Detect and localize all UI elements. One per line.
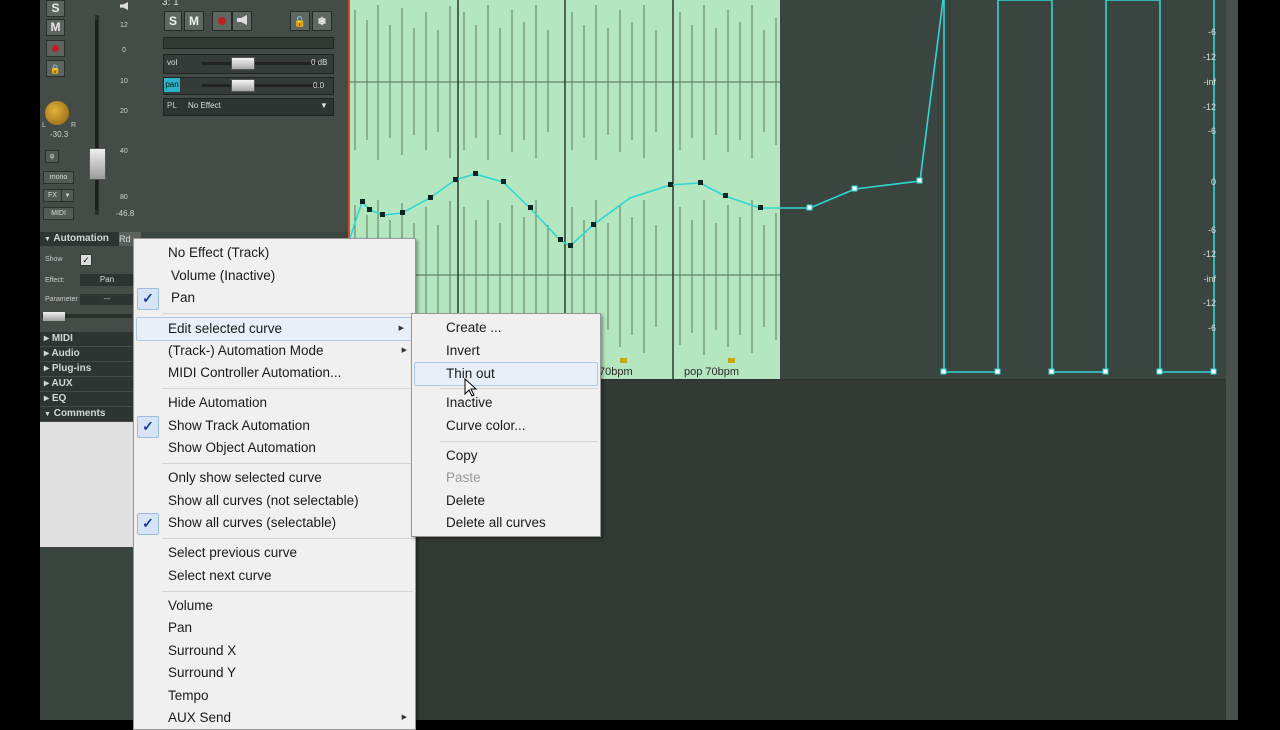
db-scale-label: -12	[1202, 249, 1216, 259]
menu-item-label: MIDI Controller Automation...	[168, 365, 342, 380]
submenu-arrow-icon: ▶	[401, 714, 407, 721]
menu-separator	[162, 463, 413, 464]
db-scale: -6 -12 -inf -12 -6 0 -6 -12 -inf -12 -6	[1190, 0, 1216, 380]
automation-context-menu: No Effect (Track) Volume (Inactive) ✓ Pan…	[133, 238, 416, 730]
submenu-arrow-icon: ▶	[398, 325, 404, 332]
menu-item-label: (Track-) Automation Mode	[168, 343, 324, 358]
menu-item-label: Pan	[168, 620, 193, 635]
menu-item-pan-effect[interactable]: ✓ Pan	[134, 287, 415, 310]
menu-item-label: Only show selected curve	[168, 470, 322, 485]
menu-item-label: Paste	[446, 470, 481, 485]
menu-item-show-all-curves-not-selectable[interactable]: Show all curves (not selectable)	[134, 490, 415, 512]
menu-item-track-automation-mode[interactable]: (Track-) Automation Mode ▶	[134, 340, 415, 362]
menu-item-label: Delete all curves	[446, 515, 546, 530]
menu-item-label: No Effect (Track)	[168, 245, 270, 260]
menu-item-label: Hide Automation	[168, 395, 268, 410]
submenu-item-thin-out[interactable]: Thin out	[414, 362, 598, 386]
mouse-cursor-icon	[464, 378, 478, 397]
db-scale-label: -6	[1207, 27, 1216, 37]
submenu-item-copy[interactable]: Copy	[412, 445, 600, 467]
db-scale-label: -6	[1207, 225, 1216, 235]
menu-item-label: Edit selected curve	[168, 321, 283, 336]
menu-item-select-next-curve[interactable]: Select next curve	[134, 565, 415, 587]
db-scale-label: -12	[1202, 298, 1216, 308]
menu-separator	[162, 538, 413, 539]
menu-separator	[162, 388, 413, 389]
menu-item-aux-send[interactable]: AUX Send ▶	[134, 707, 415, 729]
db-scale-label: -6	[1207, 323, 1216, 333]
menu-item-tempo[interactable]: Tempo	[134, 685, 415, 707]
db-scale-label: -inf	[1203, 77, 1216, 87]
menu-item-volume[interactable]: Volume	[134, 595, 415, 617]
menu-item-label: Show all curves (not selectable)	[168, 493, 359, 508]
menu-item-label: Show all curves (selectable)	[168, 515, 337, 530]
menu-item-label: Select next curve	[168, 568, 272, 583]
menu-item-surround-x[interactable]: Surround X	[134, 640, 415, 662]
submenu-item-create[interactable]: Create ...	[412, 317, 600, 339]
submenu-item-delete[interactable]: Delete	[412, 490, 600, 512]
submenu-item-delete-all-curves[interactable]: Delete all curves	[412, 512, 600, 534]
db-scale-label: 0	[1210, 177, 1216, 187]
screen-edge	[1238, 0, 1280, 720]
menu-item-surround-y[interactable]: Surround Y	[134, 662, 415, 684]
db-scale-label: -12	[1202, 102, 1216, 112]
menu-separator	[440, 441, 598, 442]
menu-item-hide-automation[interactable]: Hide Automation	[134, 392, 415, 414]
menu-item-label: AUX Send	[168, 710, 232, 725]
menu-item-label: Show Object Automation	[168, 440, 316, 455]
menu-item-label: Copy	[446, 448, 478, 463]
submenu-item-curve-color[interactable]: Curve color...	[412, 415, 600, 437]
menu-item-show-track-automation[interactable]: ✓ Show Track Automation	[134, 415, 415, 438]
checkmark-icon: ✓	[137, 416, 159, 438]
menu-separator	[162, 313, 413, 314]
menu-item-midi-controller-automation[interactable]: MIDI Controller Automation...	[134, 362, 415, 384]
menu-item-label: Select previous curve	[168, 545, 298, 560]
menu-item-label: Volume (Inactive)	[171, 268, 276, 283]
menu-item-only-show-selected-curve[interactable]: Only show selected curve	[134, 467, 415, 489]
menu-item-show-all-curves-selectable[interactable]: ✓ Show all curves (selectable)	[134, 512, 415, 535]
menu-item-show-object-automation[interactable]: Show Object Automation	[134, 437, 415, 459]
db-scale-label: -6	[1207, 126, 1216, 136]
menu-item-label: Pan	[171, 290, 196, 305]
menu-item-volume-inactive[interactable]: Volume (Inactive)	[134, 265, 415, 287]
menu-item-label: Invert	[446, 343, 480, 358]
db-scale-label: -12	[1202, 52, 1216, 62]
submenu-arrow-icon: ▶	[401, 347, 407, 354]
menu-item-label: Surround Y	[168, 665, 237, 680]
checkmark-icon: ✓	[137, 513, 159, 535]
menu-item-select-previous-curve[interactable]: Select previous curve	[134, 542, 415, 564]
checkmark-icon: ✓	[137, 288, 159, 310]
db-scale-label: -inf	[1203, 274, 1216, 284]
menu-item-label: Delete	[446, 493, 486, 508]
menu-item-label: Tempo	[168, 688, 209, 703]
menu-item-label: Surround X	[168, 643, 237, 658]
submenu-item-invert[interactable]: Invert	[412, 340, 600, 362]
menu-item-label: Show Track Automation	[168, 418, 310, 433]
menu-item-label: Volume	[168, 598, 214, 613]
menu-item-label: Create ...	[446, 320, 502, 335]
menu-item-label: Curve color...	[446, 418, 526, 433]
menu-separator	[162, 591, 413, 592]
menu-item-no-effect-track[interactable]: No Effect (Track)	[134, 242, 415, 264]
submenu-item-paste: Paste	[412, 467, 600, 489]
edit-curve-submenu: Create ... Invert Thin out Inactive Curv…	[411, 313, 601, 537]
vertical-scrollbar[interactable]	[1226, 0, 1238, 720]
menu-item-edit-selected-curve[interactable]: Edit selected curve ▶	[136, 317, 413, 341]
submenu-item-inactive[interactable]: Inactive	[412, 392, 600, 414]
menu-item-pan[interactable]: Pan	[134, 617, 415, 639]
